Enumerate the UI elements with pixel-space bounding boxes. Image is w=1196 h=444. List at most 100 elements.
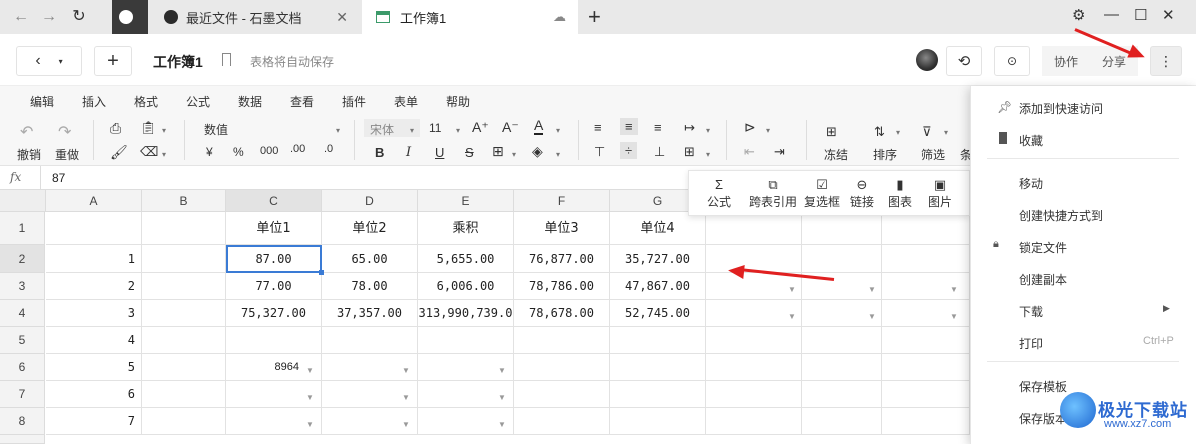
cell-f7[interactable] (514, 381, 610, 408)
cell-i8[interactable] (802, 408, 882, 435)
app-pinned-tab[interactable] (112, 0, 148, 34)
back-icon[interactable]: ← (10, 6, 32, 28)
font-size-select[interactable]: 11 (429, 121, 441, 135)
borders-icon[interactable]: ⊞ (492, 143, 504, 160)
thousands-button[interactable]: 000 (260, 145, 278, 157)
cell-a2[interactable]: 1 (46, 245, 142, 273)
forward-icon[interactable]: → (38, 6, 60, 28)
menu-data[interactable]: 数据 (238, 93, 262, 110)
menu-item-copy[interactable]: 创建副本 (971, 261, 1196, 293)
menu-item-download[interactable]: 下载 ▶ (971, 293, 1196, 325)
cell-d4[interactable]: 37,357.00 (322, 300, 418, 327)
dropdown-arrow-icon[interactable]: ▼ (788, 285, 796, 294)
cell-b5[interactable] (142, 327, 226, 354)
cell-a7[interactable]: 6 (46, 381, 142, 408)
cell-a3[interactable]: 2 (46, 273, 142, 300)
dropdown-arrow-icon[interactable]: ▼ (402, 393, 410, 402)
menu-item-move[interactable]: 移动 (971, 165, 1196, 197)
bookmark-icon[interactable] (222, 53, 231, 66)
column-header-d[interactable]: D (322, 190, 418, 212)
document-title[interactable]: 工作簿1 (153, 52, 203, 72)
cell-b6[interactable] (142, 354, 226, 381)
wrap-text-icon[interactable]: ↦ (684, 120, 695, 136)
cell-i7[interactable] (802, 381, 882, 408)
chevron-down-icon[interactable]: ▾ (162, 150, 166, 159)
cell-e1[interactable]: 乘积 (418, 212, 514, 245)
row-header-7[interactable]: 7 (0, 381, 45, 408)
cell-d1[interactable]: 单位2 (322, 212, 418, 245)
dropdown-arrow-icon[interactable]: ▼ (868, 312, 876, 321)
dropdown-arrow-icon[interactable]: ▼ (402, 366, 410, 375)
cell-e4[interactable]: 313,990,739.0 (418, 300, 514, 327)
cell-f8[interactable] (514, 408, 610, 435)
cell-i2[interactable] (802, 245, 882, 273)
cell-g4[interactable]: 52,745.00 (610, 300, 706, 327)
dropdown-arrow-icon[interactable]: ▼ (950, 312, 958, 321)
paste-icon[interactable]: 📋︎ (140, 120, 157, 136)
chevron-down-icon[interactable]: ▾ (706, 126, 710, 135)
cell-f2[interactable]: 76,877.00 (514, 245, 610, 273)
row-header-3[interactable]: 3 (0, 273, 45, 300)
dropdown-arrow-icon[interactable]: ▼ (306, 393, 314, 402)
align-middle-icon[interactable]: ÷ (620, 142, 638, 159)
chevron-down-icon[interactable]: ▾ (456, 126, 460, 135)
cell-h5[interactable] (706, 327, 802, 354)
row-header-8[interactable]: 8 (0, 408, 45, 435)
cell-g1[interactable]: 单位4 (610, 212, 706, 245)
minimize-icon[interactable]: — (1104, 6, 1119, 23)
column-header-f[interactable]: F (514, 190, 610, 212)
redo-icon[interactable]: ↷ (58, 122, 71, 142)
chevron-down-icon[interactable]: ▾ (556, 126, 560, 135)
reload-icon[interactable]: ↻ (68, 6, 90, 28)
chevron-down-icon[interactable]: ▾ (766, 126, 770, 135)
close-window-icon[interactable]: ✕ (1162, 6, 1175, 24)
dropdown-arrow-icon[interactable]: ▼ (306, 366, 314, 375)
select-all-corner[interactable] (0, 190, 46, 212)
cell-c3[interactable]: 77.00 (226, 273, 322, 300)
fill-handle[interactable] (319, 270, 324, 275)
bold-button[interactable]: B (375, 145, 384, 160)
gear-icon[interactable]: ⚙ (1072, 6, 1085, 24)
cell-c1[interactable]: 单位1 (226, 212, 322, 245)
cell-h1[interactable] (706, 212, 802, 245)
present-button[interactable]: ⊙ (994, 46, 1030, 76)
menu-form[interactable]: 表单 (394, 93, 418, 110)
cell-f5[interactable] (514, 327, 610, 354)
row-header-4[interactable]: 4 (0, 300, 45, 327)
cell-j7[interactable] (882, 381, 970, 408)
cell-g6[interactable] (610, 354, 706, 381)
cell-j6[interactable] (882, 354, 970, 381)
indent-increase-icon[interactable]: ⇥ (774, 144, 785, 160)
insert-chart-button[interactable]: ▮ 图表 (885, 177, 915, 210)
more-button[interactable]: ⋮ (1150, 46, 1182, 76)
chevron-down-icon[interactable]: ▾ (896, 128, 900, 137)
align-bottom-icon[interactable]: ⊥ (654, 144, 665, 160)
column-header-a[interactable]: A (46, 190, 142, 212)
menu-item-create-shortcut[interactable]: 创建快捷方式到 (971, 197, 1196, 229)
align-left-icon[interactable]: ≡ (594, 120, 602, 135)
cell-c5[interactable] (226, 327, 322, 354)
font-color-icon[interactable]: A (534, 117, 544, 135)
menu-format[interactable]: 格式 (134, 93, 158, 110)
cell-h7[interactable] (706, 381, 802, 408)
dropdown-arrow-icon[interactable]: ▼ (498, 393, 506, 402)
cell-j5[interactable] (882, 327, 970, 354)
cell-d3[interactable]: 78.00 (322, 273, 418, 300)
number-format-select[interactable]: 数值 (204, 121, 228, 138)
cell-h6[interactable] (706, 354, 802, 381)
indent-decrease-icon[interactable]: ⇤ (744, 144, 755, 160)
cell-b8[interactable] (142, 408, 226, 435)
cell-j8[interactable] (882, 408, 970, 435)
cell-c2[interactable]: 87.00 (226, 245, 322, 273)
cell-i6[interactable] (802, 354, 882, 381)
increase-font-icon[interactable]: A⁺ (472, 119, 489, 136)
insert-cross-ref-button[interactable]: ⧉ 跨表引用 (745, 177, 801, 210)
chevron-down-icon[interactable]: ▾ (944, 128, 948, 137)
formula-input[interactable]: 87 (52, 171, 65, 185)
eraser-icon[interactable]: ⌫ (140, 144, 158, 160)
cell-g5[interactable] (610, 327, 706, 354)
insert-checkbox-button[interactable]: ☑ 复选框 (801, 177, 843, 210)
undo-button[interactable]: 撤销 (17, 146, 41, 163)
italic-button[interactable]: I (406, 145, 411, 160)
dropdown-arrow-icon[interactable]: ▼ (788, 312, 796, 321)
